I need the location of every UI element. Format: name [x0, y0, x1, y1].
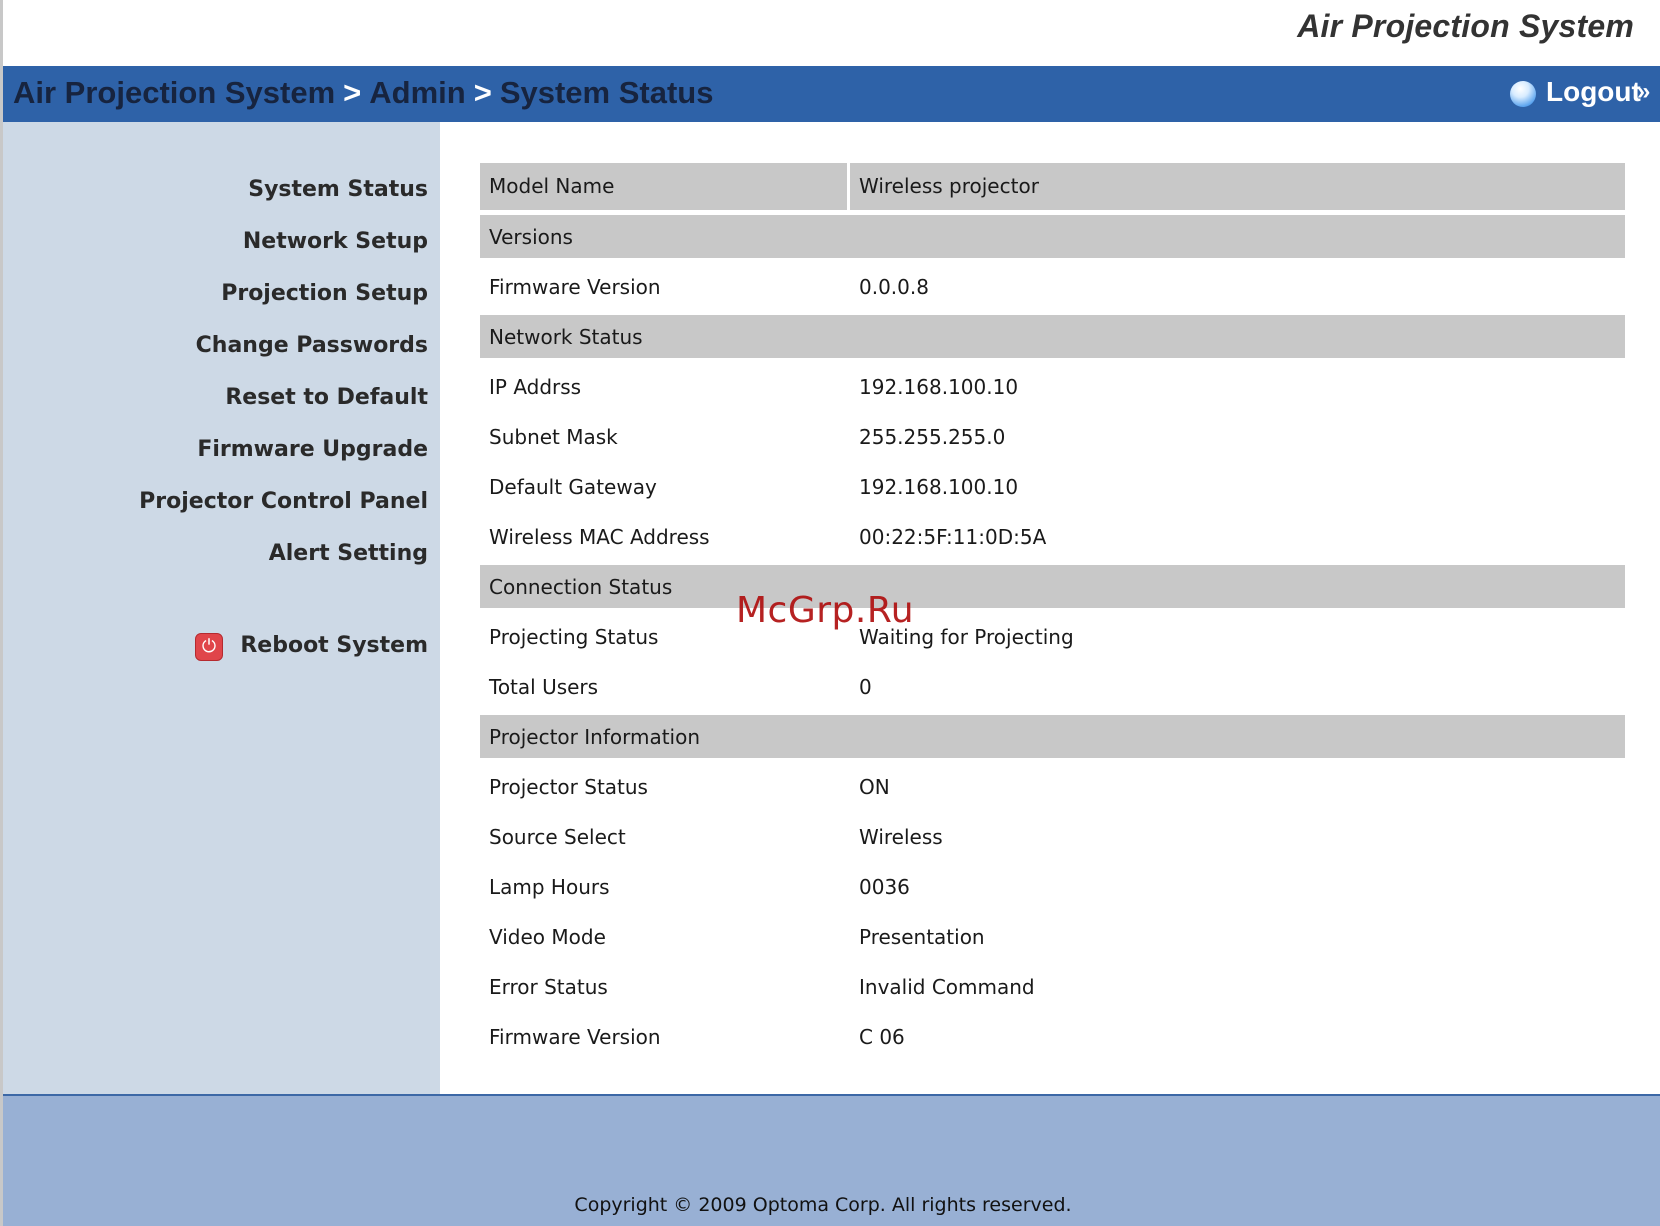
row-label: Lamp Hours [489, 875, 610, 899]
row-label: Wireless MAC Address [489, 525, 710, 549]
table-row-model-name: Model Name Wireless projector [480, 163, 1625, 213]
section-header-projector-information: Projector Information [480, 713, 1625, 763]
sidebar-item-reset-to-default[interactable]: Reset to Default [28, 372, 428, 424]
sidebar-item-system-status[interactable]: System Status [28, 164, 428, 216]
table-row-ip-address: IP Addrss 192.168.100.10 [480, 363, 1625, 413]
table-row-projector-status: Projector Status ON [480, 763, 1625, 813]
table-row-wireless-mac: Wireless MAC Address 00:22:5F:11:0D:5A [480, 513, 1625, 563]
double-chevron-right-icon: » [1637, 78, 1651, 105]
row-label: Projector Status [489, 775, 648, 799]
section-title: Versions [489, 225, 573, 249]
breadcrumb-separator: > [343, 75, 362, 110]
table-row-video-mode: Video Mode Presentation [480, 913, 1625, 963]
section-header-background [480, 315, 1625, 358]
reboot-system-label: Reboot System [240, 633, 428, 658]
sidebar-item-projector-control-panel[interactable]: Projector Control Panel [28, 476, 428, 528]
section-title: Connection Status [489, 575, 673, 599]
reboot-system-button[interactable]: ⏻ Reboot System [168, 627, 428, 667]
row-value: C 06 [859, 1025, 905, 1049]
table-row-firmware-version: Firmware Version 0.0.0.8 [480, 263, 1625, 313]
row-value: 0 [859, 675, 872, 699]
table-row-projector-firmware-version: Firmware Version C 06 [480, 1013, 1625, 1063]
section-header-background [480, 215, 1625, 258]
row-value: 255.255.255.0 [859, 425, 1006, 449]
row-value: Wireless [859, 825, 943, 849]
table-row-source-select: Source Select Wireless [480, 813, 1625, 863]
row-value: Wireless projector [859, 174, 1039, 198]
breadcrumb-item-current: System Status [499, 75, 714, 110]
row-value: Presentation [859, 925, 985, 949]
row-value: 0.0.0.8 [859, 275, 929, 299]
sidebar: System Status Network Setup Projection S… [3, 122, 440, 1094]
row-value: 00:22:5F:11:0D:5A [859, 525, 1047, 549]
row-label: IP Addrss [489, 375, 582, 399]
section-header-connection-status: Connection Status [480, 563, 1625, 613]
row-value: 0036 [859, 875, 910, 899]
table-row-default-gateway: Default Gateway 192.168.100.10 [480, 463, 1625, 513]
row-label: Default Gateway [489, 475, 657, 499]
section-title: Network Status [489, 325, 643, 349]
copyright-text: Copyright © 2009 Optoma Corp. All rights… [574, 1194, 1072, 1216]
power-icon: ⏻ [195, 633, 223, 661]
table-row-subnet-mask: Subnet Mask 255.255.255.0 [480, 413, 1625, 463]
sidebar-item-firmware-upgrade[interactable]: Firmware Upgrade [28, 424, 428, 476]
globe-icon [1510, 81, 1536, 107]
row-label: Video Mode [489, 925, 606, 949]
row-label: Firmware Version [489, 275, 661, 299]
sidebar-item-change-passwords[interactable]: Change Passwords [28, 320, 428, 372]
watermark: McGrp.Ru [736, 590, 915, 631]
breadcrumb: Air Projection System > Admin > System Statu… [13, 75, 713, 111]
logout-button[interactable]: Logout » [1510, 75, 1660, 115]
section-header-versions: Versions [480, 213, 1625, 263]
row-label: Model Name [489, 174, 615, 198]
row-label: Error Status [489, 975, 608, 999]
sidebar-nav: System Status Network Setup Projection S… [28, 164, 428, 580]
table-row-projecting-status: Projecting Status Waiting for Projecting [480, 613, 1625, 663]
sidebar-item-projection-setup[interactable]: Projection Setup [28, 268, 428, 320]
breadcrumb-item-admin[interactable]: Admin [369, 75, 465, 110]
row-label: Subnet Mask [489, 425, 618, 449]
row-label: Projecting Status [489, 625, 659, 649]
logout-label: Logout [1546, 76, 1641, 107]
row-label: Source Select [489, 825, 626, 849]
row-label: Total Users [489, 675, 599, 699]
brand-title: Air Projection System [1297, 8, 1634, 44]
sidebar-item-network-setup[interactable]: Network Setup [28, 216, 428, 268]
table-row-error-status: Error Status Invalid Command [480, 963, 1625, 1013]
sidebar-item-alert-setting[interactable]: Alert Setting [28, 528, 428, 580]
row-label: Firmware Version [489, 1025, 661, 1049]
footer: Copyright © 2009 Optoma Corp. All rights… [3, 1094, 1660, 1226]
table-row-total-users: Total Users 0 [480, 663, 1625, 713]
row-value: 192.168.100.10 [859, 375, 1019, 399]
table-row-lamp-hours: Lamp Hours 0036 [480, 863, 1625, 913]
breadcrumb-item-home[interactable]: Air Projection System [13, 75, 335, 110]
row-value: ON [859, 775, 890, 799]
row-value: Invalid Command [859, 975, 1035, 999]
breadcrumb-separator: > [473, 75, 492, 110]
section-title: Projector Information [489, 725, 701, 749]
header-bar: Air Projection System > Admin > System Statu… [3, 66, 1660, 122]
system-status-table: Model Name Wireless projector Versions F… [480, 163, 1625, 1063]
row-value: 192.168.100.10 [859, 475, 1019, 499]
section-header-network-status: Network Status [480, 313, 1625, 363]
